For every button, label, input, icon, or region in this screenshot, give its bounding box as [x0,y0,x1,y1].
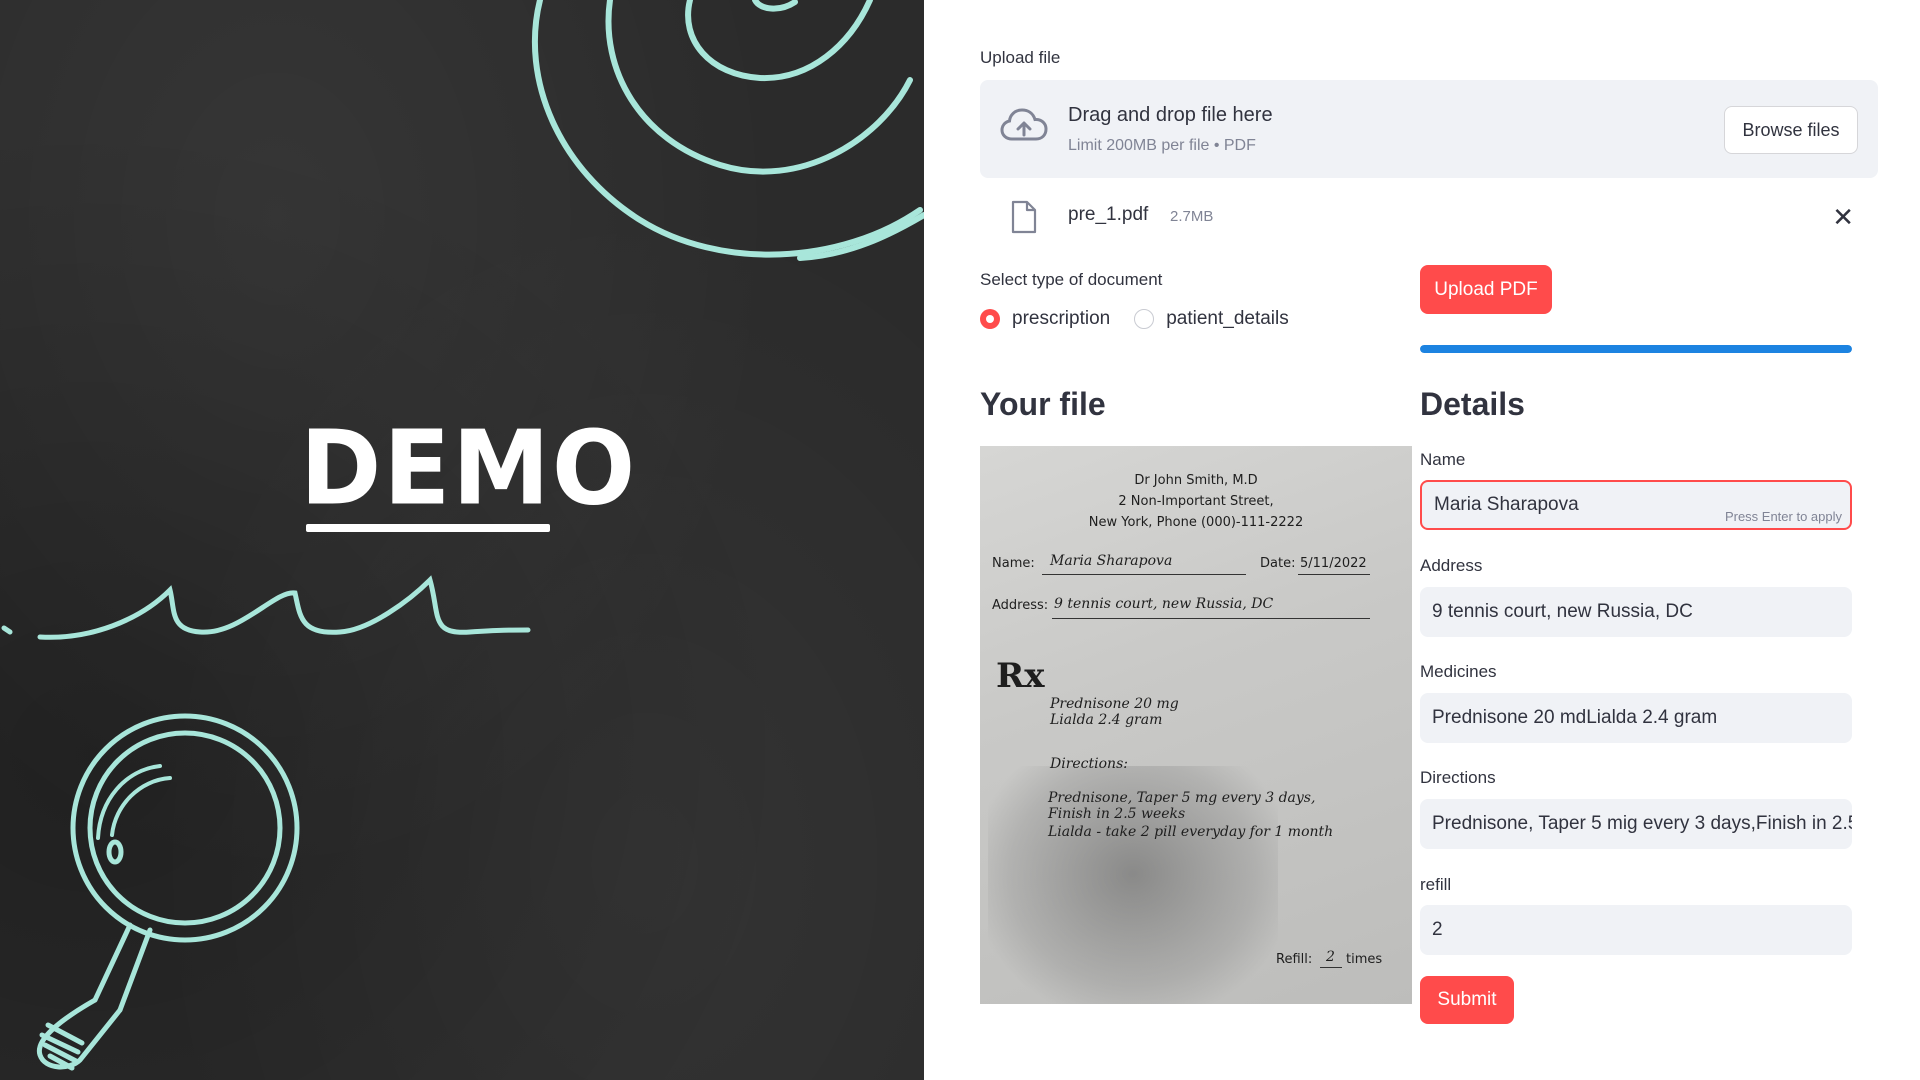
upload-file-label: Upload file [980,48,1061,67]
medicines-field-label: Medicines [1420,662,1497,681]
chalk-doodles [1,0,924,1071]
doc-name-value: Maria Sharapova [1050,553,1173,569]
address-field-value: 9 tennis court, new Russia, DC [1432,601,1693,622]
address-field[interactable]: 9 tennis court, new Russia, DC [1420,587,1852,637]
your-file-heading: Your file [980,386,1106,422]
cloud-upload-icon [1000,108,1048,141]
radio-unchecked-icon [1134,309,1155,329]
app-panel: Upload file Drag and drop file here Limi… [924,0,1920,1080]
directions-field-value: Prednisone, Taper 5 mig every 3 days,Fin… [1432,813,1852,834]
directions-field[interactable]: Prednisone, Taper 5 mig every 3 days,Fin… [1420,799,1852,849]
progress-bar-fill [1420,345,1852,353]
name-field-hint: Press Enter to apply [1724,509,1842,524]
doc-date-label: Date: [1260,556,1296,571]
file-icon [1011,200,1037,234]
medicines-field-value: Prednisone 20 mdLialda 2.4 gram [1432,707,1718,728]
details-heading: Details [1420,386,1525,422]
doc-medicine-2: Lialda 2.4 gram [1050,712,1163,728]
doc-address-value: 9 tennis court, new Russia, DC [1054,596,1274,612]
doc-refill-line [1320,967,1342,968]
swirl-doodle [531,0,924,261]
doc-medicine-1: Prednisone 20 mg [1050,696,1179,712]
doc-header-line-1: Dr John Smith, M.D [1134,473,1258,488]
prescription-preview-image: Dr John Smith, M.D 2 Non-Important Stree… [980,446,1412,1004]
demo-title: DEMO [300,409,638,529]
dropzone-limit: Limit 200MB per file • PDF [1068,137,1256,154]
doc-direction-3: Lialda - take 2 pill everyday for 1 mont… [1048,824,1334,840]
doc-type-radio-group: prescription patient_details [980,304,1313,334]
doc-date-value: 5/11/2022 [1300,556,1367,571]
name-field[interactable]: Maria Sharapova Press Enter to apply [1420,480,1852,530]
refill-field[interactable]: 2 [1420,905,1852,955]
refill-field-value: 2 [1432,919,1443,940]
doc-direction-2: Finish in 2.5 weeks [1048,806,1186,822]
remove-file-icon[interactable]: ✕ [1832,204,1854,230]
name-field-value: Maria Sharapova [1434,494,1579,515]
doc-date-line [1298,574,1370,575]
doc-type-label: Select type of document [980,270,1163,289]
submit-button[interactable]: Submit [1420,976,1514,1024]
doc-name-line [1042,574,1246,575]
radio-prescription[interactable]: prescription [980,308,1110,330]
doc-refill-label: Refill: [1276,952,1313,967]
doc-name-label: Name: [992,556,1035,571]
directions-field-label: Directions [1420,768,1496,787]
medicines-field[interactable]: Prednisone 20 mdLialda 2.4 gram [1420,693,1852,743]
doc-directions-label: Directions: [1050,756,1128,772]
doc-address-label: Address: [992,598,1049,613]
refill-field-label: refill [1420,875,1452,894]
upload-pdf-button[interactable]: Upload PDF [1420,265,1552,314]
radio-patient-details-label: patient_details [1166,308,1289,329]
demo-title-underline [306,524,550,532]
doc-header-line-3: New York, Phone (000)-111-2222 [1088,515,1304,530]
radio-checked-icon [980,309,1000,329]
address-field-label: Address [1420,556,1483,575]
rx-symbol: Rx [996,656,1045,696]
radio-prescription-label: prescription [1012,308,1111,329]
browse-files-button[interactable]: Browse files [1724,106,1858,154]
name-field-label: Name [1420,450,1466,469]
doc-refill-value: 2 [1326,949,1335,965]
file-dropzone[interactable]: Drag and drop file here Limit 200MB per … [980,80,1878,178]
doc-direction-1: Prednisone, Taper 5 mg every 3 days, [1048,790,1316,806]
doc-address-line [1052,618,1370,619]
magnifier-doodle [36,713,300,1071]
radio-patient-details[interactable]: patient_details [1134,308,1289,330]
wave-doodle [1,575,531,640]
chalkboard-panel: DEMO [0,0,924,1080]
uploaded-file-row: pre_1.pdf 2.7MB ✕ [980,196,1878,240]
doc-header-line-2: 2 Non-Important Street, [1118,494,1274,509]
file-name: pre_1.pdf [1068,204,1149,225]
doc-refill-suffix: times [1346,952,1383,967]
progress-bar [1420,345,1852,353]
dropzone-instructions: Drag and drop file here [1068,104,1273,126]
file-size: 2.7MB [1170,208,1214,225]
